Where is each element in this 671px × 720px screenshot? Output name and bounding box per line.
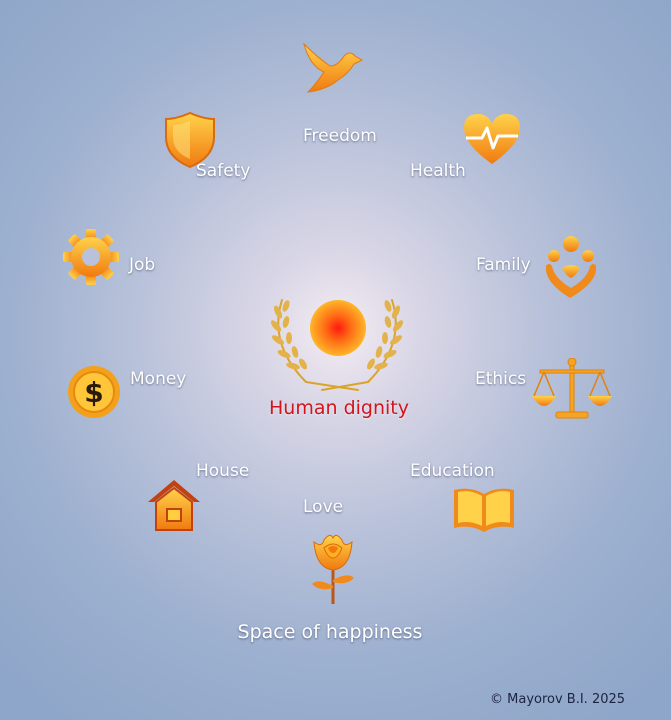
dollar-coin-icon: $	[68, 366, 120, 418]
rose-icon	[312, 534, 354, 604]
dove-icon	[303, 42, 364, 93]
copyright-text: © Mayorov B.I. 2025	[490, 692, 626, 707]
heart-pulse-icon	[464, 114, 520, 164]
node-label-job: Job	[129, 255, 156, 275]
node-label-health: Health	[410, 161, 466, 181]
sun-laurel-icon	[270, 299, 404, 391]
node-label-freedom: Freedom	[303, 126, 377, 146]
node-label-safety: Safety	[196, 161, 251, 181]
open-book-icon	[454, 488, 514, 532]
family-heart-icon	[545, 236, 597, 298]
node-label-family: Family	[476, 255, 531, 275]
node-label-ethics: Ethics	[475, 369, 527, 389]
footer-title: Space of happiness	[237, 621, 423, 643]
svg-text:$: $	[84, 376, 103, 409]
center-label: Human dignity	[269, 397, 409, 419]
node-label-love: Love	[303, 497, 344, 517]
node-label-money: Money	[130, 369, 187, 389]
house-icon	[148, 480, 200, 531]
node-label-house: House	[196, 461, 250, 481]
scales-icon	[532, 358, 612, 419]
node-label-education: Education	[410, 461, 495, 481]
gear-icon	[63, 229, 119, 285]
